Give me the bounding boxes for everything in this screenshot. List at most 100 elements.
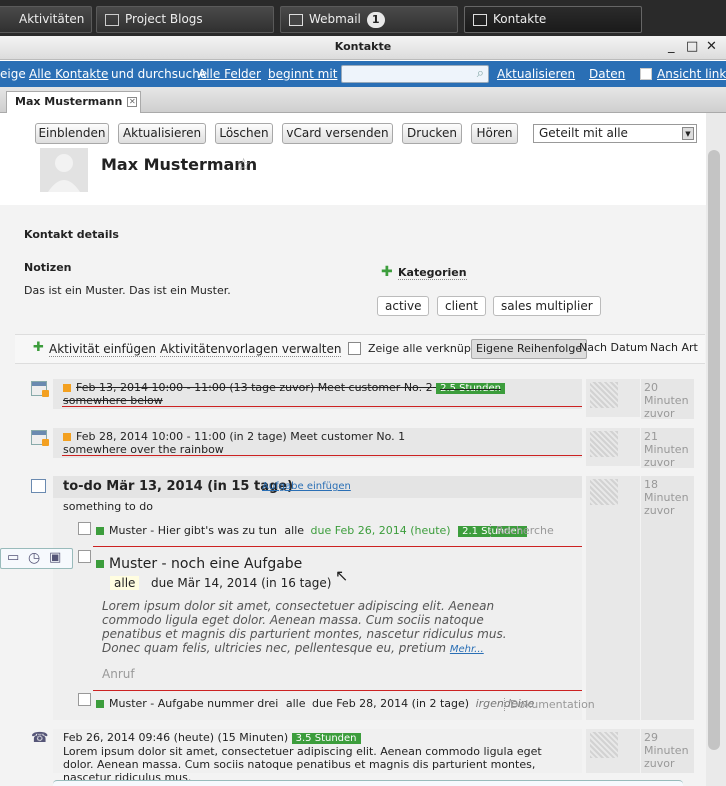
- tag-sales-multiplier[interactable]: sales multiplier: [493, 296, 601, 316]
- data-link[interactable]: Daten: [589, 61, 625, 87]
- print-button[interactable]: Drucken: [402, 123, 462, 144]
- activity-row[interactable]: Feb 28, 2014 10:00 - 11:00 (in 2 tage) M…: [53, 428, 582, 458]
- activity-row[interactable]: Feb 13, 2014 10:00 - 11:00 (13 tage zuvo…: [53, 379, 582, 409]
- taskbar-tab-contacts[interactable]: Kontakte: [464, 6, 642, 33]
- tab-contact[interactable]: Max Mustermann ✕: [6, 91, 142, 113]
- task-due: due Feb 28, 2014 (in 2 tage): [311, 697, 470, 710]
- taskbar-tab-project-blogs[interactable]: Project Blogs: [96, 6, 274, 33]
- task-checkbox[interactable]: [78, 522, 91, 535]
- todo-time: 18 Minuten zuvor: [641, 476, 694, 720]
- task-category[interactable]: Recherche: [490, 524, 554, 537]
- listen-button[interactable]: Hören: [471, 123, 518, 144]
- task-category[interactable]: Dokumentation: [504, 698, 595, 711]
- task-marker: [96, 560, 104, 568]
- add-activity-link[interactable]: Aktivität einfügen: [49, 342, 156, 357]
- search-in-label: und durchsuche: [111, 67, 208, 81]
- manage-templates-link[interactable]: Aktivitätenvorlagen verwalten: [160, 342, 342, 357]
- user-avatar: [590, 382, 618, 408]
- mouse-cursor: ↖: [335, 566, 349, 585]
- taskbar: Aktivitäten Project Blogs Webmail 1 Konta…: [0, 0, 726, 36]
- calendar-icon: [31, 381, 49, 397]
- add-task-link[interactable]: Aufgabe einfügen: [262, 481, 351, 492]
- close-tab-icon[interactable]: ✕: [127, 97, 138, 107]
- tag-client[interactable]: client: [437, 296, 486, 316]
- task-title: Muster - Aufgabe nummer drei: [109, 697, 279, 710]
- clock-icon[interactable]: ◷: [28, 550, 40, 566]
- user-avatar: [590, 479, 618, 505]
- more-link[interactable]: Mehr...: [450, 644, 484, 655]
- time-unit: Minuten: [644, 491, 689, 504]
- refresh-link[interactable]: Aktualisieren: [497, 61, 575, 87]
- share-select[interactable]: Geteilt mit alle ▼: [533, 124, 697, 143]
- task-notes-text: Lorem ipsum dolor sit amet, consectetuer…: [102, 599, 507, 655]
- categories-link[interactable]: Kategorien: [398, 266, 467, 280]
- duration-badge: 3.5 Stunden: [291, 733, 361, 744]
- time-value: 29: [644, 731, 658, 744]
- close-icon[interactable]: ✕: [706, 36, 717, 58]
- activity-toolbar: ✚ Aktivität einfügen Aktivitätenvorlagen…: [15, 334, 705, 364]
- task-assignee: alle: [285, 697, 306, 710]
- activity-title: Feb 28, 2014 10:00 - 11:00 (in 2 tage) M…: [76, 430, 406, 443]
- tab-contact-label: Max Mustermann: [15, 95, 123, 108]
- show-linked-label: Zeige alle verknüpfte: [368, 342, 474, 355]
- vcard-button[interactable]: vCard versenden: [282, 123, 393, 144]
- select-icon[interactable]: ▣: [49, 550, 61, 565]
- blog-icon: [105, 13, 119, 26]
- activity-row[interactable]: Feb 26, 2014 09:46 (heute) (15 Minuten) …: [53, 729, 582, 784]
- task-due: due Feb 26, 2014 (heute): [310, 524, 451, 537]
- add-category-icon[interactable]: ✚: [381, 264, 393, 280]
- task-due: due Mär 14, 2014 (in 16 tage): [151, 576, 332, 590]
- notes-label: Notizen: [24, 261, 72, 274]
- taskbar-tab-activities[interactable]: Aktivitäten: [0, 6, 92, 33]
- user-avatar: [590, 431, 618, 457]
- minimize-icon[interactable]: _: [668, 36, 675, 58]
- show-button[interactable]: Einblenden: [35, 123, 109, 144]
- call-time: 29 Minuten zuvor: [641, 729, 694, 773]
- scrollbar-thumb[interactable]: [708, 150, 720, 750]
- add-activity-icon: ✚: [33, 340, 44, 355]
- task-tools: ▭ ◷ ▣: [0, 548, 73, 569]
- mail-icon: [289, 13, 303, 26]
- view-link[interactable]: Ansicht link: [657, 61, 726, 87]
- comment-icon[interactable]: ▭: [7, 550, 19, 565]
- time-value: 20: [644, 381, 658, 394]
- sort-by-type[interactable]: Nach Art: [650, 341, 698, 354]
- next-activity-row: [53, 780, 683, 786]
- task-row[interactable]: Muster - noch eine Aufgabe: [96, 556, 302, 572]
- unread-badge: 1: [366, 12, 385, 28]
- call-description: Lorem ipsum dolor sit amet, consectetuer…: [63, 745, 542, 784]
- calendar-icon: [31, 430, 49, 446]
- search-input[interactable]: ⌕: [341, 65, 489, 83]
- call-title: Feb 26, 2014 09:46 (heute) (15 Minuten): [63, 731, 289, 744]
- view-checkbox[interactable]: [640, 68, 652, 80]
- time-unit: Minuten: [644, 443, 689, 456]
- task-checkbox[interactable]: [78, 693, 91, 706]
- tag-active[interactable]: active: [377, 296, 430, 316]
- maximize-icon[interactable]: □: [686, 36, 698, 58]
- window-title: Kontakte: [334, 40, 392, 53]
- task-row[interactable]: Muster - Aufgabe nummer drei alle due Fe…: [96, 697, 534, 710]
- show-linked-checkbox[interactable]: [348, 342, 361, 355]
- task-checkbox[interactable]: [78, 550, 91, 563]
- all-fields-link[interactable]: Alle Felder: [198, 61, 261, 87]
- sort-own-order[interactable]: Eigene Reihenfolge: [471, 339, 588, 359]
- star-icon[interactable]: ☆: [236, 155, 251, 175]
- time-suffix: zuvor: [644, 456, 675, 469]
- separator-line: [62, 455, 582, 456]
- taskbar-tab-webmail[interactable]: Webmail 1: [280, 6, 458, 33]
- delete-button[interactable]: Löschen: [215, 123, 273, 144]
- starts-with-link[interactable]: beginnt mit: [268, 61, 337, 87]
- call-link[interactable]: Anruf: [102, 667, 135, 681]
- all-contacts-link[interactable]: Alle Kontakte: [29, 61, 108, 87]
- time-suffix: zuvor: [644, 757, 675, 770]
- activity-icon: [0, 14, 13, 26]
- task-title: Muster - noch eine Aufgabe: [109, 556, 303, 572]
- task-row[interactable]: Muster - Hier gibt's was zu tun alle due…: [96, 524, 527, 537]
- refresh-button[interactable]: Aktualisieren: [118, 123, 206, 144]
- sort-by-date[interactable]: Nach Datum: [579, 341, 648, 354]
- search-icon: ⌕: [476, 66, 484, 81]
- avatar: [40, 148, 88, 192]
- task-assignee: alle: [110, 576, 140, 590]
- chevron-down-icon: ▼: [682, 127, 694, 140]
- time-suffix: zuvor: [644, 504, 675, 517]
